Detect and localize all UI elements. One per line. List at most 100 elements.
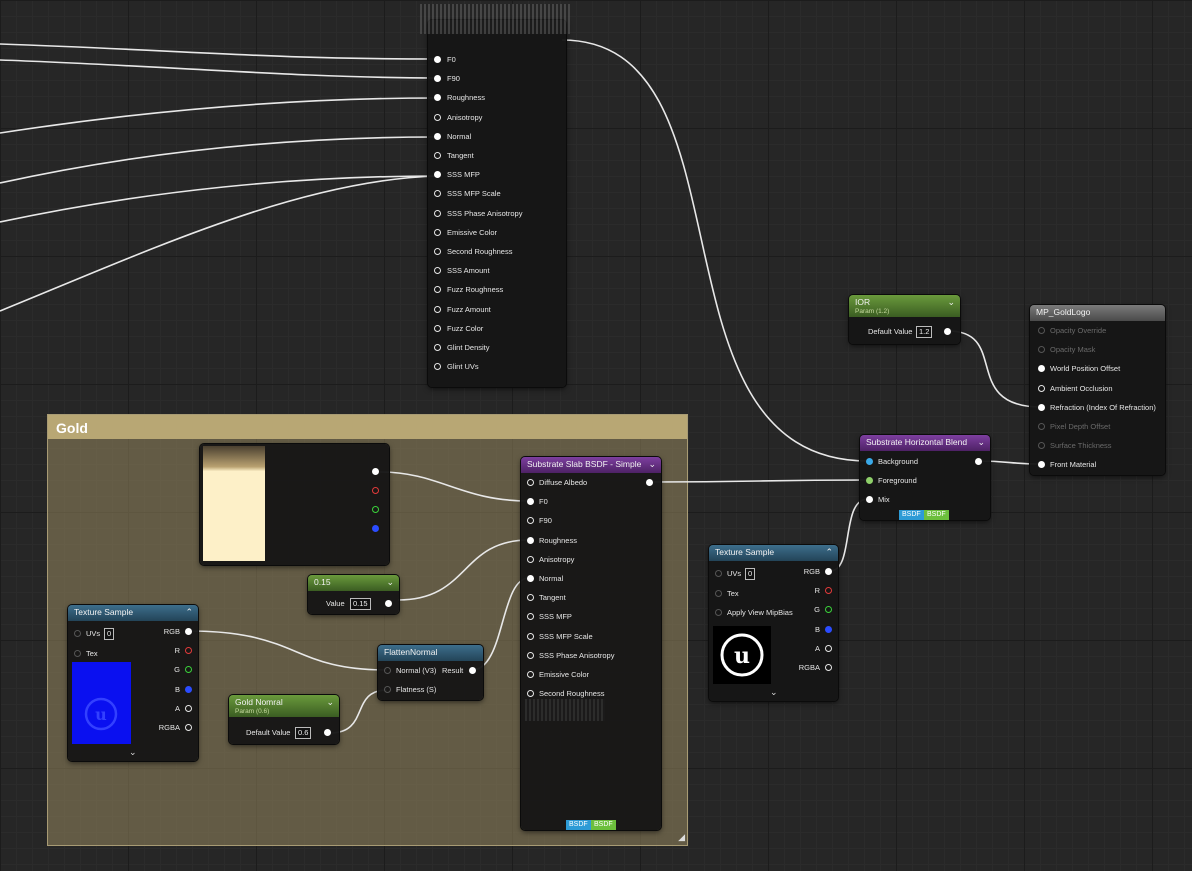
node-header[interactable]: IOR Param (1.2) ⌄	[849, 295, 960, 317]
rgb-out-pin[interactable]	[372, 468, 379, 475]
input-pin[interactable]	[1038, 346, 1045, 353]
input-pin[interactable]	[527, 555, 534, 563]
output-pin[interactable]	[185, 647, 192, 655]
output-pin[interactable]	[825, 664, 832, 671]
chevron-down-icon[interactable]: ⌄	[129, 747, 137, 758]
substrate-horizontal-blend-node[interactable]: Substrate Horizontal Blend ⌄ Background …	[860, 435, 990, 520]
mipbias-pin[interactable]	[715, 609, 722, 616]
node-header[interactable]: MP_GoldLogo	[1030, 305, 1165, 321]
input-pin[interactable]	[434, 152, 441, 159]
input-pin[interactable]	[527, 479, 534, 486]
chevron-down-icon[interactable]: ⌄	[977, 437, 985, 448]
input-pin[interactable]	[434, 56, 441, 63]
chevron-down-icon[interactable]: ⌄	[947, 297, 955, 308]
output-pin[interactable]	[825, 568, 832, 575]
input-pin[interactable]	[434, 248, 441, 255]
input-pin[interactable]	[527, 498, 534, 506]
gold-normal-param-node[interactable]: Gold Nomral Param (0.6) ⌄ Default Value …	[229, 695, 339, 744]
ior-param-node[interactable]: IOR Param (1.2) ⌄ Default Value 1.2	[849, 295, 960, 344]
node-header[interactable]: Texture Sample ⌃	[68, 605, 198, 621]
uvs-input[interactable]: 0	[104, 628, 115, 640]
input-pin[interactable]	[434, 267, 441, 275]
output-pin[interactable]	[825, 606, 832, 614]
uvs-input[interactable]: 0	[745, 568, 756, 580]
chevron-down-icon[interactable]: ⌄	[648, 459, 656, 470]
input-pin[interactable]	[527, 594, 534, 602]
output-pin[interactable]	[385, 600, 392, 607]
input-pin[interactable]	[1038, 461, 1045, 468]
texture-sample-node-left[interactable]: Texture Sample ⌃ UVs 0 Tex u RGB R G B A RGBA…	[68, 605, 198, 761]
chevron-down-icon[interactable]: ⌃	[825, 547, 833, 558]
input-pin[interactable]	[1038, 385, 1045, 392]
input-pin[interactable]	[527, 613, 534, 621]
output-pin[interactable]	[825, 644, 832, 652]
resize-handle-icon[interactable]: ◢	[678, 832, 685, 843]
output-pin[interactable]	[185, 724, 192, 731]
input-pin[interactable]	[434, 113, 441, 121]
constant-node[interactable]: 0.15 ⌄ Value 0.15	[308, 575, 399, 614]
node-header[interactable]: Gold Nomral Param (0.6) ⌄	[229, 695, 339, 717]
input-pin[interactable]	[1038, 423, 1045, 430]
chevron-down-icon[interactable]: ⌄	[326, 697, 334, 708]
output-pin[interactable]	[975, 458, 982, 465]
substrate-slab-bsdf-node[interactable]: Substrate Slab BSDF - Simple ⌄ Diffuse A…	[521, 457, 661, 830]
input-pin[interactable]	[1038, 442, 1045, 449]
input-pin[interactable]	[527, 517, 534, 525]
output-pin[interactable]	[324, 729, 331, 736]
input-pin[interactable]	[434, 228, 441, 236]
input-pin[interactable]	[434, 94, 441, 102]
input-pin[interactable]	[1038, 365, 1045, 372]
chevron-down-icon[interactable]: ⌃	[185, 607, 193, 618]
output-pin[interactable]	[185, 666, 192, 674]
chevron-down-icon[interactable]: ⌄	[386, 577, 394, 588]
node-header[interactable]: Substrate Slab BSDF - Simple ⌄	[521, 457, 661, 473]
node-header[interactable]: Texture Sample ⌃	[709, 545, 838, 561]
result-out-pin[interactable]	[469, 667, 476, 674]
g-out-pin[interactable]	[372, 506, 379, 513]
tex-pin[interactable]	[715, 590, 722, 597]
input-pin[interactable]	[527, 671, 534, 678]
flatness-input-pin[interactable]	[384, 686, 391, 693]
material-output-node[interactable]: MP_GoldLogo Opacity Override Opacity Mask…	[1030, 305, 1165, 475]
texture-preview-node[interactable]	[200, 444, 389, 565]
input-pin[interactable]	[434, 305, 441, 313]
input-pin[interactable]	[527, 575, 534, 582]
b-out-pin[interactable]	[372, 525, 379, 532]
node-header[interactable]: Substrate Horizontal Blend ⌄	[860, 435, 990, 451]
background-pin[interactable]	[866, 458, 873, 465]
node-header[interactable]: FlattenNormal	[378, 645, 483, 661]
output-pin[interactable]	[944, 328, 951, 335]
mix-pin[interactable]	[866, 496, 873, 503]
foreground-pin[interactable]	[866, 477, 873, 484]
node-header[interactable]: 0.15 ⌄	[308, 575, 399, 591]
flatten-normal-node[interactable]: FlattenNormal Normal (V3) Result Flatnes…	[378, 645, 483, 700]
default-value-input[interactable]: 0.6	[295, 727, 312, 739]
default-value-input[interactable]: 1.2	[916, 326, 933, 338]
input-pin[interactable]	[527, 536, 534, 544]
input-pin[interactable]	[527, 632, 534, 640]
output-pin[interactable]	[825, 587, 832, 595]
chevron-down-icon[interactable]: ⌄	[770, 687, 778, 698]
input-pin[interactable]	[434, 363, 441, 371]
input-pin[interactable]	[434, 132, 441, 140]
input-pin[interactable]	[434, 286, 441, 294]
input-pin[interactable]	[434, 190, 441, 198]
output-pin[interactable]	[646, 479, 653, 486]
uvs-pin[interactable]	[74, 630, 81, 637]
output-pin[interactable]	[185, 628, 192, 635]
input-pin[interactable]	[1038, 404, 1045, 411]
value-input[interactable]: 0.15	[350, 598, 371, 610]
input-pin[interactable]	[434, 171, 441, 179]
input-pin[interactable]	[527, 690, 534, 698]
texture-sample-node-right[interactable]: Texture Sample ⌃ UVs 0 Tex Apply View Mi…	[709, 545, 838, 701]
input-pin[interactable]	[434, 209, 441, 217]
uvs-pin[interactable]	[715, 570, 722, 577]
input-pin[interactable]	[434, 344, 441, 351]
input-pin[interactable]	[527, 651, 534, 659]
tex-pin[interactable]	[74, 650, 81, 657]
top-material-input-node[interactable]: F0 F90 Roughness Anisotropy Normal Tangent SSS…	[420, 4, 570, 387]
output-pin[interactable]	[185, 685, 192, 693]
output-pin[interactable]	[825, 625, 832, 633]
input-pin[interactable]	[434, 75, 441, 83]
r-out-pin[interactable]	[372, 487, 379, 494]
